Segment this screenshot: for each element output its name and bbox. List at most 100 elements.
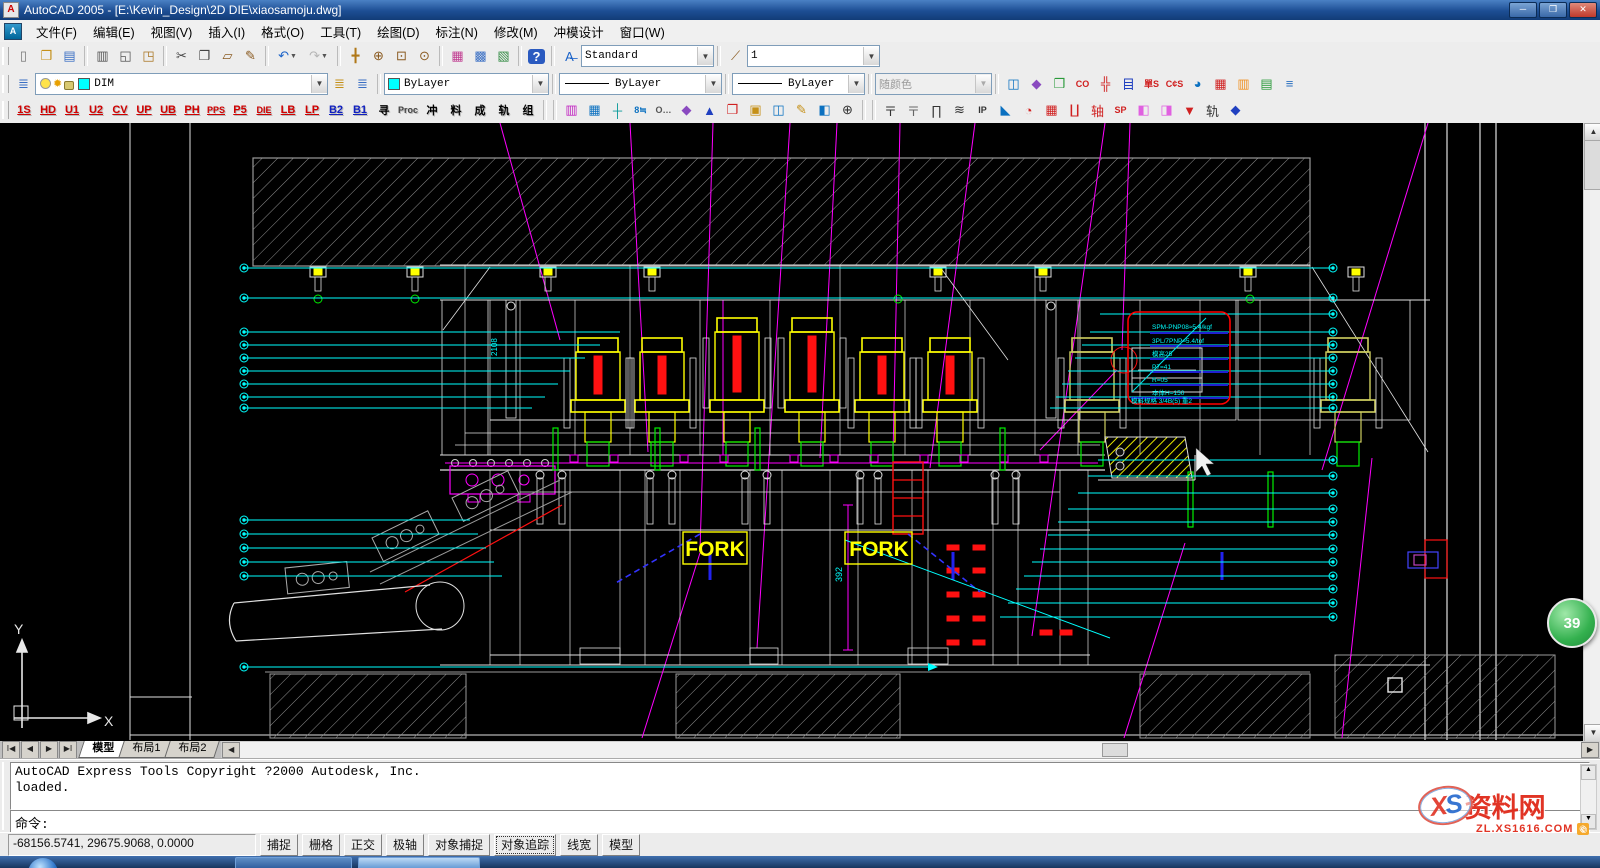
toggle-栅格[interactable]: 栅格 [302, 834, 340, 856]
die-tool-PPS[interactable]: PPS [204, 100, 228, 121]
die-tool-寻[interactable]: 寻 [372, 100, 396, 121]
scroll-up-icon[interactable]: ▲ [1581, 765, 1596, 780]
layer-previous-button[interactable]: ≣ [351, 73, 374, 95]
toolbar-grip[interactable] [2, 101, 9, 119]
make-object-layer-current-button[interactable]: ≣ [328, 73, 351, 95]
die-tool-冲[interactable]: 冲 [420, 100, 444, 121]
tool-palettes-button[interactable]: ▦ [446, 45, 469, 67]
minimize-button[interactable]: ─ [1509, 2, 1537, 18]
close-button[interactable]: ✕ [1569, 2, 1597, 18]
spec-sheet-button[interactable]: ▤ [1255, 73, 1278, 95]
die-tool-P5[interactable]: P5 [228, 100, 252, 121]
hourglass-button[interactable]: ▼ [1178, 99, 1201, 121]
rail-tool-button[interactable]: 轨 [1201, 99, 1224, 121]
pencil-a-button[interactable]: ▲ [698, 99, 721, 121]
co-command-button[interactable]: CO [1071, 73, 1094, 95]
drawing-canvas[interactable]: FORK FORK 392 2108 Y X SPM-PNP08≈5.4/kgf… [0, 123, 1583, 741]
hscroll-left-icon[interactable]: ◀ [222, 742, 240, 758]
layer-color-swatch[interactable] [78, 78, 90, 90]
die-tool-UB[interactable]: UB [156, 100, 180, 121]
tab-nav-0[interactable]: Ⅰ◀ [2, 741, 20, 759]
dan-s-button[interactable]: 單S [1140, 73, 1163, 95]
point-plot-button[interactable]: ┼ [606, 99, 629, 121]
layer-combo[interactable]: ✹ DIM ▼ [35, 73, 328, 95]
layer-properties-button[interactable]: ≣ [12, 73, 35, 95]
start-orb[interactable] [28, 858, 58, 868]
markup-button[interactable]: ◆ [1025, 73, 1048, 95]
pink-right-button[interactable]: ◨ [1155, 99, 1178, 121]
open-file-button[interactable]: ❒ [35, 45, 58, 67]
plot-preview-button[interactable]: ◱ [114, 45, 137, 67]
list-button[interactable]: 目 [1117, 73, 1140, 95]
toolbar-grip[interactable] [2, 47, 9, 65]
vscroll-thumb[interactable] [1584, 140, 1600, 190]
copy-sheet-button[interactable]: ❐ [721, 99, 744, 121]
ip-tool-button[interactable]: IP [971, 99, 994, 121]
menu-冲模设计[interactable]: 冲模设计 [546, 20, 612, 43]
die-tool-U1[interactable]: U1 [60, 100, 84, 121]
punch-double-button[interactable]: ∏ [925, 99, 948, 121]
die-tool-1S[interactable]: 1S [12, 100, 36, 121]
paint-bucket-button[interactable]: ◕ [1186, 73, 1209, 95]
punch-b-button[interactable]: 〒 [902, 99, 925, 121]
stamp-button[interactable]: ◔ [1017, 99, 1040, 121]
clip-sheet-button[interactable]: ▣ [744, 99, 767, 121]
redo-button[interactable]: ↷▼ [303, 45, 334, 67]
help-button[interactable]: ? [525, 45, 548, 67]
layer-on-icon[interactable] [40, 78, 51, 89]
hscroll-right-icon[interactable]: ▶ [1581, 742, 1599, 758]
die-tool-HD[interactable]: HD [36, 100, 60, 121]
block-tool-button[interactable]: ◫ [767, 99, 790, 121]
plus-box-button[interactable]: ◧ [813, 99, 836, 121]
die-tool-料[interactable]: 料 [444, 100, 468, 121]
die-tool-成[interactable]: 成 [468, 100, 492, 121]
notification-badge[interactable]: 39 [1547, 598, 1597, 648]
toolbar-grip[interactable] [2, 75, 9, 93]
menu-工具T[interactable]: 工具(T) [312, 20, 369, 43]
pin-pair-button[interactable]: ∐ [1063, 99, 1086, 121]
toggle-极轴[interactable]: 极轴 [386, 834, 424, 856]
lineweight-combo[interactable]: ByLayer ▼ [732, 73, 865, 95]
layer-freeze-icon[interactable]: ✹ [53, 77, 62, 90]
edit-tool-button[interactable]: ✎ [790, 99, 813, 121]
toggle-捕捉[interactable]: 捕捉 [260, 834, 298, 856]
circle-plus-button[interactable]: ⊕ [836, 99, 859, 121]
die-tool-B2[interactable]: B2 [324, 100, 348, 121]
table-tool-button[interactable]: ▦ [583, 99, 606, 121]
text-style-icon-button[interactable]: A̶ [558, 45, 581, 67]
toggle-模型[interactable]: 模型 [602, 834, 640, 856]
dim-style-combo[interactable]: 1 ▼ [747, 45, 880, 67]
toggle-正交[interactable]: 正交 [344, 834, 382, 856]
export-layout-button[interactable]: ❒ [1048, 73, 1071, 95]
eight-swap-button[interactable]: 8≒ [629, 99, 652, 121]
menu-修改M[interactable]: 修改(M) [486, 20, 546, 43]
menu-格式O[interactable]: 格式(O) [253, 20, 312, 43]
etransmit-button[interactable]: ◫ [1002, 73, 1025, 95]
scroll-up-icon[interactable]: ▲ [1584, 123, 1600, 141]
spring-button[interactable]: ≋ [948, 99, 971, 121]
menu-绘图D[interactable]: 绘图(D) [369, 20, 427, 43]
die-tool-UP[interactable]: UP [132, 100, 156, 121]
restore-button[interactable]: ❐ [1539, 2, 1567, 18]
punch-a-button[interactable]: 〒 [879, 99, 902, 121]
o-options-button[interactable]: O… [652, 99, 675, 121]
die-tool-PH[interactable]: PH [180, 100, 204, 121]
taskbar-item[interactable] [235, 857, 352, 868]
chevron-down-icon[interactable]: ▼ [697, 47, 713, 65]
scroll-down-icon[interactable]: ▼ [1584, 724, 1600, 742]
paste-button[interactable]: ▱ [216, 45, 239, 67]
match-properties-button[interactable]: ✎ [239, 45, 262, 67]
chevron-down-icon[interactable]: ▼ [321, 53, 328, 60]
cut-button[interactable]: ✂ [170, 45, 193, 67]
menu-编辑E[interactable]: 编辑(E) [85, 20, 143, 43]
dim-style-icon-button[interactable]: ⟋ [724, 45, 747, 67]
taskbar-item-active[interactable] [358, 857, 480, 868]
designcenter-button[interactable]: ▩ [469, 45, 492, 67]
cos-button[interactable]: C¢S [1163, 73, 1186, 95]
toggle-线宽[interactable]: 线宽 [560, 834, 598, 856]
plot-button[interactable]: ▥ [91, 45, 114, 67]
layer-stack-button[interactable]: ≡ [1278, 73, 1301, 95]
zoom-previous-button[interactable]: ⊙ [413, 45, 436, 67]
canvas-vscrollbar[interactable]: ▲ ▼ [1583, 123, 1600, 741]
chevron-down-icon[interactable]: ▼ [848, 75, 864, 93]
